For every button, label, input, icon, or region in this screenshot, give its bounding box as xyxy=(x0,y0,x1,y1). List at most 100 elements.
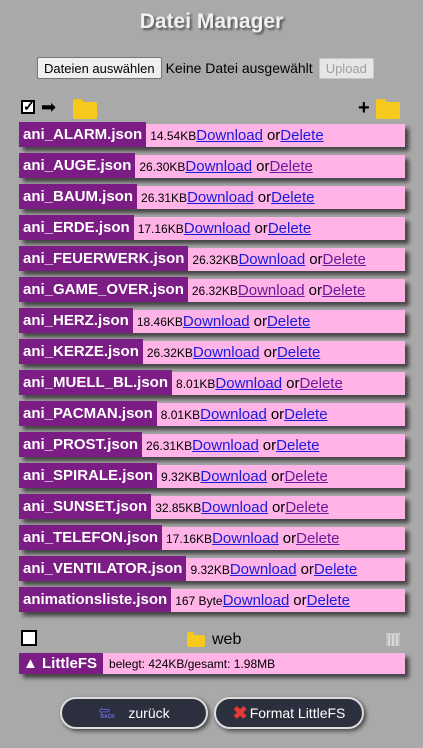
file-row: ani_PROST.json 26.31KB Download or Delete xyxy=(19,432,407,463)
close-icon: ✖ xyxy=(232,702,248,723)
select-all-checkbox[interactable] xyxy=(21,98,35,115)
delete-link[interactable]: Delete xyxy=(269,158,312,175)
delete-link[interactable]: Delete xyxy=(285,499,328,516)
or-text: or xyxy=(286,375,300,392)
download-link[interactable]: Download xyxy=(201,499,268,516)
file-row: ani_BAUM.json 26.31KB Download or Delete xyxy=(19,184,407,215)
filesystem-usage: belegt: 424KB/gesamt: 1.98MB xyxy=(109,656,276,671)
file-name: animationsliste.json xyxy=(19,587,172,612)
move-arrow-icon[interactable]: ➡ xyxy=(41,98,56,116)
no-file-text: Keine Datei ausgewählt xyxy=(165,60,313,76)
file-row: ani_MUELL_BL.json 8.01KB Download or Dele… xyxy=(19,370,407,401)
back-button[interactable]: ⇦ BACK zurück xyxy=(60,697,208,729)
web-folder-icon[interactable] xyxy=(187,632,205,647)
choose-files-button[interactable]: Dateien auswählen xyxy=(37,57,162,79)
file-name: ani_PROST.json xyxy=(19,432,143,457)
folder-icon[interactable] xyxy=(73,99,97,119)
or-text: or xyxy=(254,220,268,237)
file-name: ani_SUNSET.json xyxy=(19,494,152,519)
download-link[interactable]: Download xyxy=(193,344,260,361)
delete-link[interactable]: Delete xyxy=(280,127,323,144)
file-size: 9.32KB xyxy=(190,562,230,577)
file-row: ani_HERZ.json 18.46KB Download or Delete xyxy=(19,308,407,339)
or-text: or xyxy=(308,282,322,299)
file-row: animationsliste.json 167 Byte Download or… xyxy=(19,587,407,618)
file-row: ani_TELEFON.json 17.16KB Download or Dele… xyxy=(19,525,407,556)
trash-icon[interactable] xyxy=(386,633,400,646)
file-name: ani_ERDE.json xyxy=(19,215,134,240)
upload-button[interactable]: Upload xyxy=(318,57,374,79)
format-button-label: Format LittleFS xyxy=(249,705,346,721)
file-size: 8.01KB xyxy=(160,407,201,422)
or-text: or xyxy=(263,344,277,361)
or-text: or xyxy=(270,406,285,423)
file-row-content: ani_KERZE.json 26.32KB Download or Delete xyxy=(19,339,405,364)
download-link[interactable]: Download xyxy=(187,189,254,206)
file-size: 26.31KB xyxy=(141,190,188,205)
filesystem-name[interactable]: ▲ LittleFS xyxy=(19,653,104,674)
delete-link[interactable]: Delete xyxy=(322,282,365,299)
file-row: ani_ALARM.json 14.54KB Download or Delete xyxy=(19,122,407,153)
delete-link[interactable]: Delete xyxy=(284,406,327,423)
download-link[interactable]: Download xyxy=(238,251,305,268)
download-link[interactable]: Download xyxy=(238,282,305,299)
file-name: ani_ALARM.json xyxy=(19,122,147,147)
delete-link[interactable]: Delete xyxy=(271,189,314,206)
delete-link[interactable]: Delete xyxy=(276,437,319,454)
file-row-content: ani_TELEFON.json 17.16KB Download or Dele… xyxy=(19,525,405,550)
download-link[interactable]: Download xyxy=(212,530,279,547)
delete-link[interactable]: Delete xyxy=(268,220,311,237)
filesystem-info: ▲ LittleFS belegt: 424KB/gesamt: 1.98MB xyxy=(19,653,405,674)
file-row: ani_FEUERWERK.json 26.32KB Download or De… xyxy=(19,246,407,277)
file-row-content: ani_HERZ.json 18.46KB Download or Delete xyxy=(19,308,405,333)
file-row: ani_KERZE.json 26.32KB Download or Delete xyxy=(19,339,407,370)
download-link[interactable]: Download xyxy=(196,127,263,144)
delete-link[interactable]: Delete xyxy=(307,592,350,609)
back-icon: ⇦ BACK xyxy=(98,702,115,720)
file-row-content: ani_FEUERWERK.json 26.32KB Download or De… xyxy=(19,246,405,271)
or-text: or xyxy=(266,127,281,144)
file-size: 26.32KB xyxy=(192,252,239,267)
page-title: Datei Manager xyxy=(139,10,284,33)
toolbar: ➡ + xyxy=(19,98,403,122)
download-link[interactable]: Download xyxy=(200,406,267,423)
file-size: 26.32KB xyxy=(146,345,193,360)
web-folder-label[interactable]: web xyxy=(212,631,241,649)
or-text: or xyxy=(253,313,267,330)
download-link[interactable]: Download xyxy=(223,592,290,609)
delete-link[interactable]: Delete xyxy=(277,344,320,361)
file-list: ani_ALARM.json 14.54KB Download or Delete… xyxy=(19,122,407,618)
file-row-content: ani_GAME_OVER.json 26.32KB Download or De… xyxy=(19,277,405,302)
plus-icon[interactable]: + xyxy=(358,98,370,118)
file-row-content: ani_ERDE.json 17.16KB Download or Delete xyxy=(19,215,405,240)
file-size: 26.30KB xyxy=(139,159,186,174)
download-link[interactable]: Download xyxy=(183,313,250,330)
file-row-content: ani_VENTILATOR.json 9.32KB Download or De… xyxy=(19,556,405,581)
delete-link[interactable]: Delete xyxy=(284,468,327,485)
delete-link[interactable]: Delete xyxy=(299,375,342,392)
download-link[interactable]: Download xyxy=(215,375,282,392)
file-row-content: ani_ALARM.json 14.54KB Download or Delete xyxy=(19,122,405,147)
download-link[interactable]: Download xyxy=(184,220,251,237)
delete-link[interactable]: Delete xyxy=(323,251,366,268)
file-row-content: ani_PROST.json 26.31KB Download or Delete xyxy=(19,432,405,457)
file-row: ani_SPIRALE.json 9.32KB Download or Delet… xyxy=(19,463,407,494)
new-folder-icon[interactable] xyxy=(376,99,400,119)
file-row-content: ani_AUGE.json 26.30KB Download or Delete xyxy=(19,153,405,178)
file-name: ani_TELEFON.json xyxy=(19,525,163,550)
file-size: 17.16KB xyxy=(166,531,213,546)
download-link[interactable]: Download xyxy=(192,437,259,454)
file-row-content: animationsliste.json 167 Byte Download or… xyxy=(19,587,405,612)
download-link[interactable]: Download xyxy=(200,468,267,485)
file-name: ani_BAUM.json xyxy=(19,184,138,209)
delete-link[interactable]: Delete xyxy=(314,561,357,578)
delete-link[interactable]: Delete xyxy=(296,530,339,547)
format-littlefs-button[interactable]: ✖ Format LittleFS xyxy=(214,697,364,729)
download-link[interactable]: Download xyxy=(185,158,252,175)
download-link[interactable]: Download xyxy=(230,561,297,578)
file-row-content: ani_MUELL_BL.json 8.01KB Download or Dele… xyxy=(19,370,405,395)
file-name: ani_SPIRALE.json xyxy=(19,463,158,488)
delete-link[interactable]: Delete xyxy=(267,313,310,330)
folder-checkbox[interactable] xyxy=(21,630,37,646)
file-name: ani_GAME_OVER.json xyxy=(19,277,188,302)
